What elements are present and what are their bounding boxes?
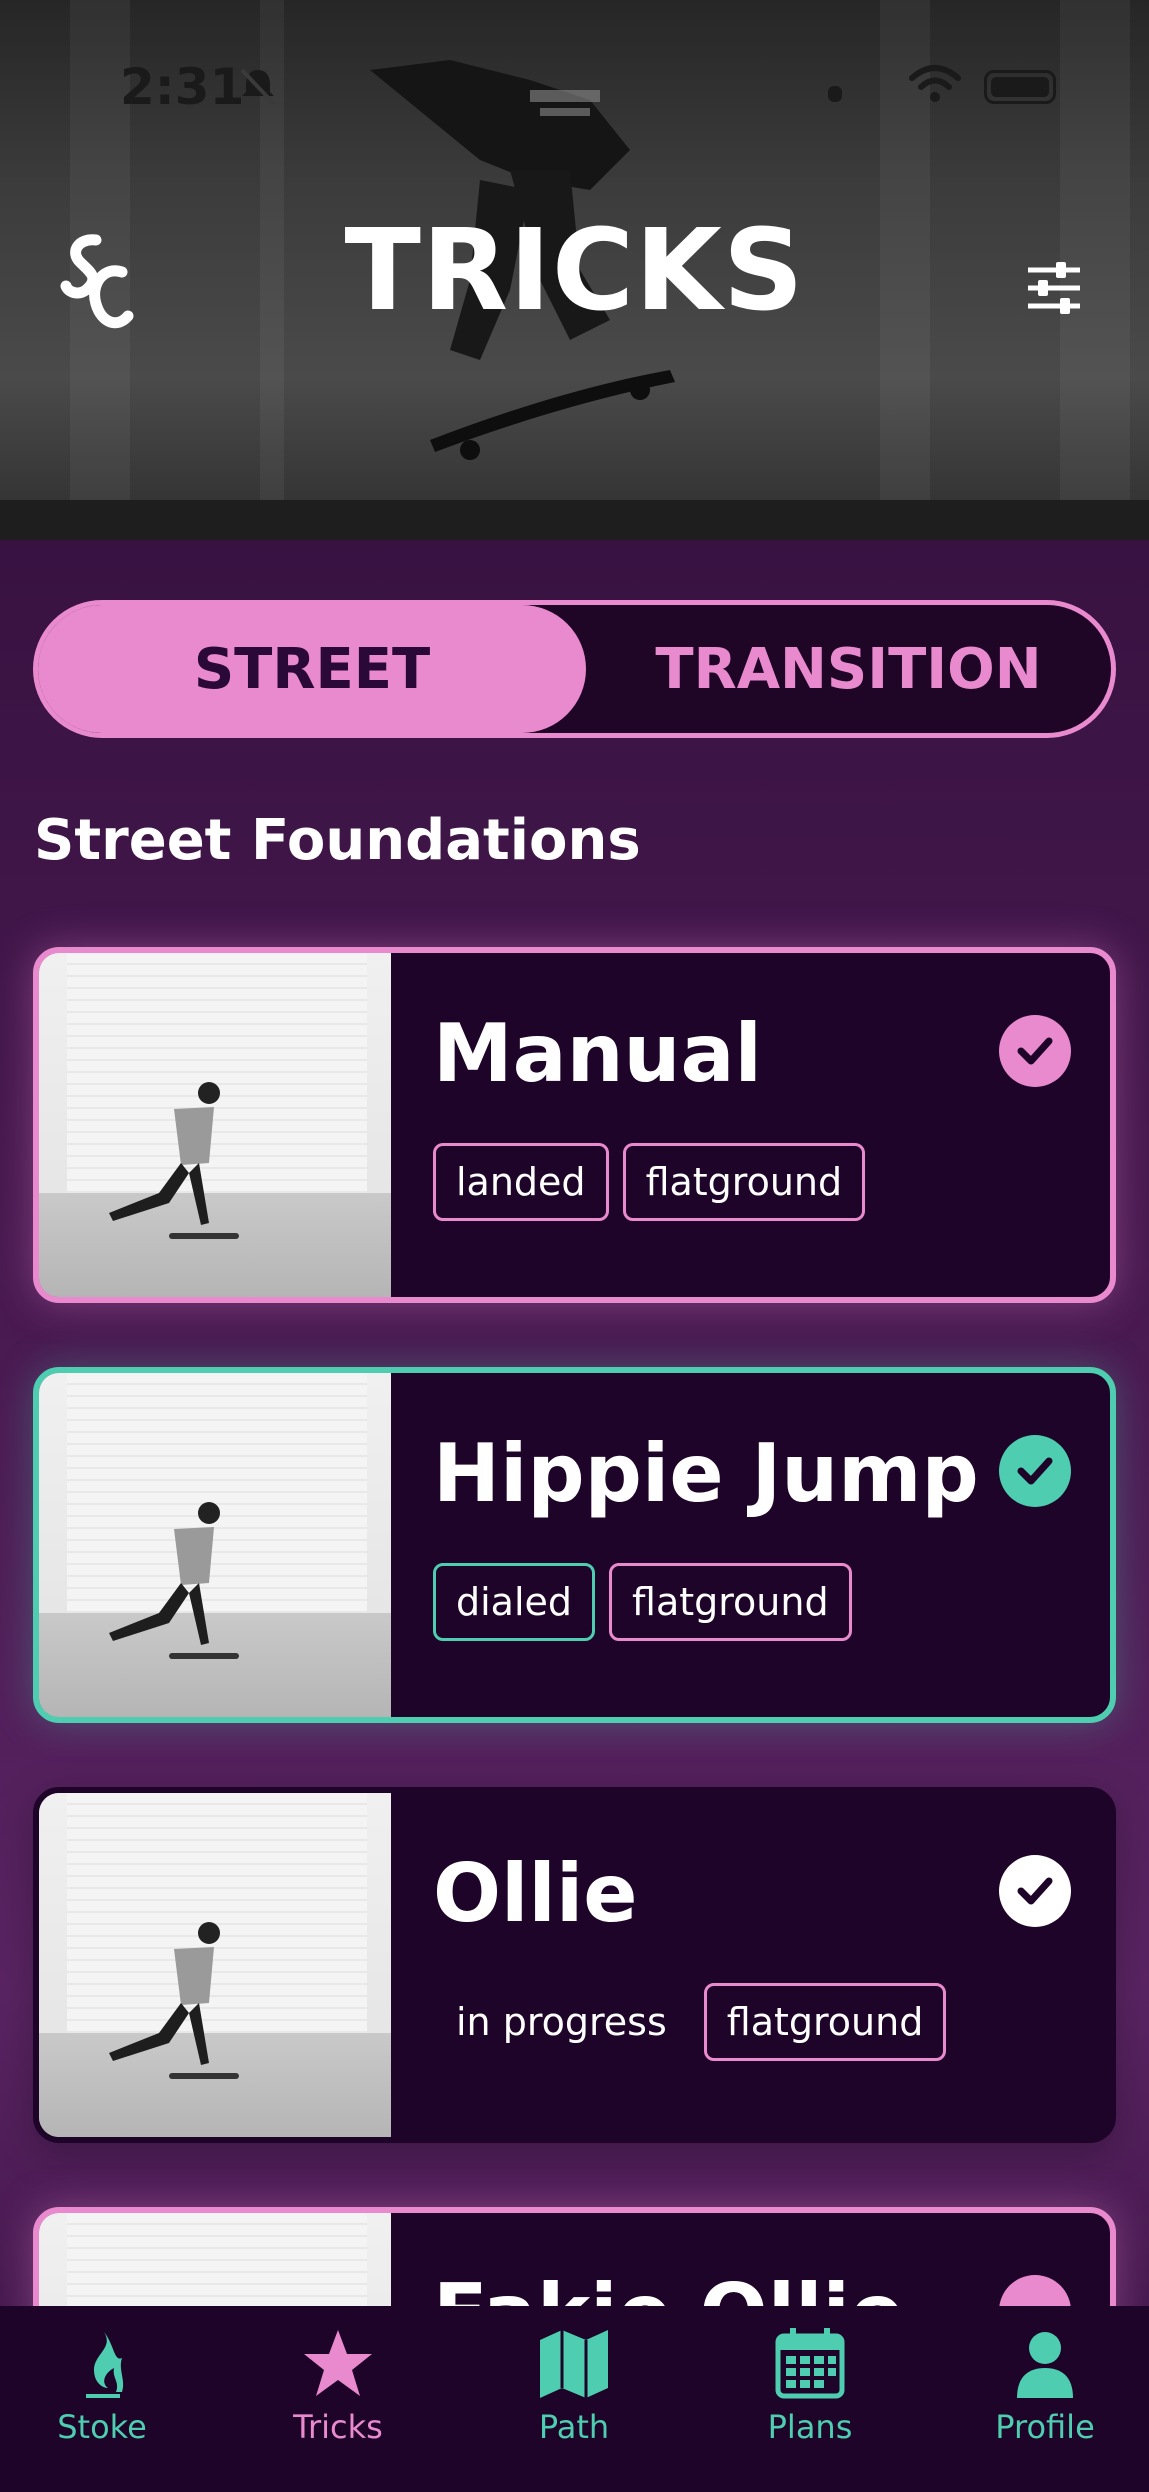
skater-figure <box>109 1922 239 2079</box>
checkmark-icon[interactable] <box>999 1855 1071 1927</box>
trick-thumbnail <box>39 953 391 1297</box>
trick-name: Ollie <box>433 1847 638 1940</box>
trick-card-manual[interactable]: Manual landed flatground <box>33 947 1116 1303</box>
flame-icon <box>86 2332 124 2398</box>
trick-thumbnail <box>39 1373 391 1717</box>
hero-floor <box>0 500 1149 540</box>
battery-icon <box>984 70 1056 104</box>
tricks-screen: 2:31 TRICKS STREET TRANSITION Street Fou… <box>0 0 1149 2492</box>
calendar-icon <box>775 2328 845 2399</box>
trick-name: Manual <box>433 1007 762 1100</box>
tab-stoke[interactable]: Stoke <box>12 2326 192 2466</box>
trick-card-ollie[interactable]: Ollie in progress flatground <box>33 1787 1116 2143</box>
category-tag: flatground <box>703 1983 947 2061</box>
star-icon <box>304 2330 372 2396</box>
skater-figure <box>109 1502 239 1659</box>
trick-tags: in progress flatground <box>433 1983 947 2061</box>
segment-street[interactable]: STREET <box>38 605 586 733</box>
person-icon <box>1017 2332 1073 2398</box>
tab-label: Path <box>538 2408 610 2446</box>
sliders-icon[interactable] <box>1024 258 1084 318</box>
category-tag: flatground <box>622 1143 866 1221</box>
trick-tags: landed flatground <box>433 1143 866 1221</box>
tab-label: Tricks <box>293 2408 383 2446</box>
trick-card-hippie-jump[interactable]: Hippie Jump dialed flatground <box>33 1367 1116 1723</box>
tab-plans[interactable]: Plans <box>720 2326 900 2466</box>
bell-muted-icon <box>240 68 276 106</box>
map-icon <box>540 2330 608 2398</box>
category-tag: flatground <box>609 1563 852 1641</box>
checkmark-icon[interactable] <box>999 1435 1071 1507</box>
tab-label: Stoke <box>57 2408 147 2446</box>
status-tag: dialed <box>433 1563 596 1641</box>
wifi-icon <box>909 65 961 102</box>
skater-figure <box>109 1082 239 1239</box>
status-time: 2:31 <box>120 58 245 116</box>
trick-name: Hippie Jump <box>433 1427 979 1520</box>
page-title: TRICKS <box>344 206 805 336</box>
status-bar: 2:31 <box>0 50 1149 120</box>
tab-label: Profile <box>995 2408 1095 2446</box>
section-title: Street Foundations <box>34 808 641 873</box>
trick-thumbnail <box>39 1793 391 2137</box>
mic-indicator-icon <box>828 86 842 102</box>
status-tag: in progress <box>456 2000 667 2044</box>
bottom-tab-bar: Stoke Tricks Path Plans Profile <box>0 2306 1149 2492</box>
tab-profile[interactable]: Profile <box>955 2326 1135 2466</box>
checkmark-icon[interactable] <box>999 1015 1071 1087</box>
tab-tricks[interactable]: Tricks <box>248 2326 428 2466</box>
trick-tags: dialed flatground <box>433 1563 852 1641</box>
tab-path[interactable]: Path <box>484 2326 664 2466</box>
segment-transition[interactable]: TRANSITION <box>586 605 1111 733</box>
status-tag: landed <box>433 1143 609 1221</box>
discipline-segmented-control: STREET TRANSITION <box>33 600 1116 738</box>
tab-label: Plans <box>767 2408 853 2446</box>
